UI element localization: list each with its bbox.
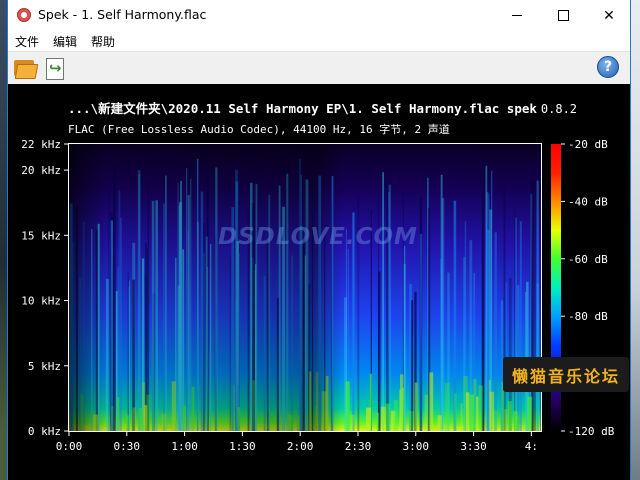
menu-file[interactable]: 文件 [15,33,39,50]
menu-bar: 文件 编辑 帮助 [8,31,630,52]
folder-open-icon-front [14,64,39,79]
x-tick-label: 1:30 [229,440,256,453]
frequency-axis: 0 kHz 5 kHz 10 kHz 15 kHz 20 kHz 22 kHz [21,138,69,438]
x-tick-label: 2:30 [345,440,372,453]
colorbar: -20 dB-40 dB-60 dB-80 dB-100 dB-120 dB [551,138,615,438]
menu-edit[interactable]: 编辑 [53,33,77,50]
spectrum-view: 0 kHz 5 kHz 10 kHz 15 kHz 20 kHz 22 kHz 0:00 0… [8,84,630,480]
minimize-button[interactable] [494,0,540,31]
file-path: ...\新建文件夹\2020.11 Self Harmony EP\1. Sel… [68,101,500,116]
y-tick-label: 15 kHz [21,229,61,242]
y-tick-label: 10 kHz [21,295,61,308]
maximize-button[interactable] [540,0,586,31]
colorbar-tick-label: -20 dB [568,138,608,151]
menu-help[interactable]: 帮助 [91,33,115,50]
open-file-button[interactable] [13,57,39,79]
desktop-background-right [631,0,640,480]
colorbar-tick-label: -40 dB [568,195,608,208]
x-tick-label: 1:00 [171,440,198,453]
app-name: spek [506,101,537,116]
y-tick-label: 0 kHz [28,425,61,438]
x-tick-label: 4: [525,440,538,453]
x-tick-label: 3:00 [403,440,430,453]
app-version: 0.8.2 [540,102,578,116]
x-tick-label: 0:30 [114,440,141,453]
y-tick-label: 20 kHz [21,164,61,177]
close-icon: ✕ [603,7,615,24]
colorbar-tick-label: -120 dB [568,425,615,438]
colorbar-tick-label: -60 dB [568,253,608,266]
minimize-icon [512,15,522,16]
file-header: ...\新建文件夹\2020.11 Self Harmony EP\1. Sel… [68,98,577,117]
watermark-site: DSDLOVE.COM [218,224,418,250]
toolbar: ↪ ? [8,52,630,84]
close-button[interactable]: ✕ [586,0,632,31]
x-tick-label: 2:00 [287,440,314,453]
x-tick-label: 0:00 [56,440,83,453]
window-title: Spek - 1. Self Harmony.flac [38,7,207,22]
y-tick-label: 22 kHz [21,138,61,151]
title-bar[interactable]: Spek - 1. Self Harmony.flac ✕ [8,0,630,31]
format-info: FLAC (Free Lossless Audio Codec), 44100 … [68,123,450,136]
help-button[interactable]: ? [597,56,619,78]
y-tick-label: 5 kHz [28,360,61,373]
heatmap-shade [69,144,541,431]
save-arrow-icon: ↪ [49,59,62,77]
save-image-button[interactable]: ↪ [43,56,67,80]
maximize-icon [557,10,569,21]
spek-window: Spek - 1. Self Harmony.flac ✕ 文件 编辑 帮助 ↪… [7,0,631,480]
spek-app-icon [17,8,31,22]
watermark-forum: 懒猫音乐论坛 [503,357,629,392]
time-axis: 0:00 0:30 1:00 1:30 2:00 2:30 3:00 3:30 4: [56,431,538,453]
x-tick-label: 3:30 [460,440,487,453]
spectrogram-chart: 0 kHz5 kHz10 kHz15 kHz20 kHz22 kHz 0:00 0… [21,138,615,453]
colorbar-tick-label: -80 dB [568,310,608,323]
heatmap-layer [69,144,542,432]
